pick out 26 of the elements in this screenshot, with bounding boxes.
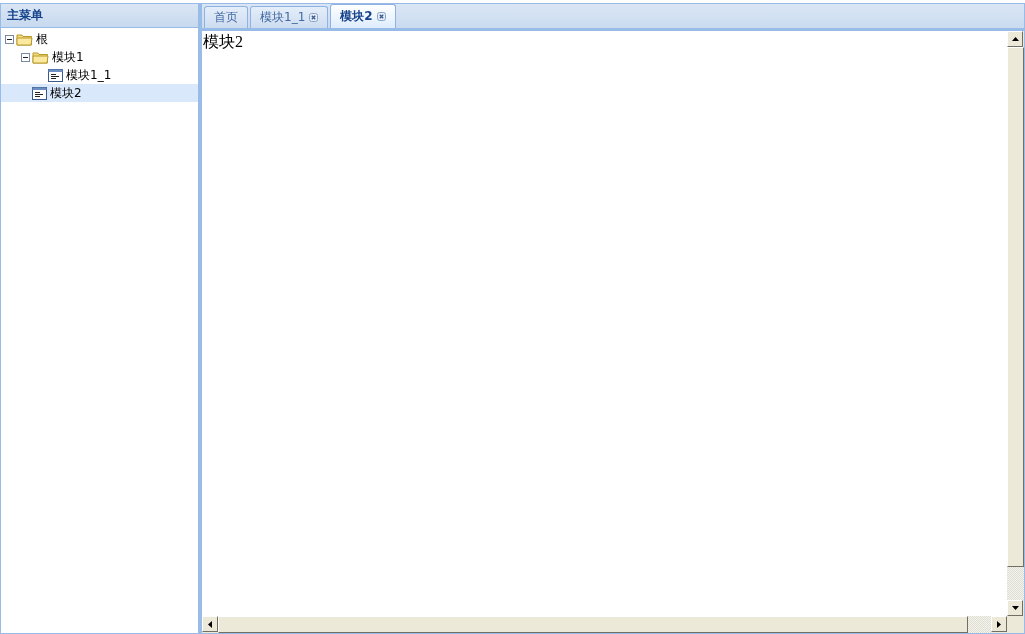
folder-icon bbox=[16, 32, 33, 46]
scrollbar-corner bbox=[1007, 616, 1024, 633]
tab[interactable]: 首页 bbox=[204, 6, 248, 28]
up-triangle-icon bbox=[1011, 37, 1019, 41]
collapse-toggle-icon[interactable] bbox=[5, 34, 14, 44]
list-page-icon bbox=[48, 68, 63, 82]
tab[interactable]: 模块2 bbox=[330, 4, 396, 28]
tree-item[interactable]: 根 bbox=[1, 30, 198, 48]
right-triangle-icon bbox=[997, 620, 1001, 628]
tree-item[interactable]: 模块2 bbox=[1, 84, 198, 102]
folder-icon bbox=[32, 50, 49, 64]
left-triangle-icon bbox=[208, 620, 212, 628]
scroll-up-button[interactable] bbox=[1007, 31, 1023, 47]
close-icon[interactable] bbox=[309, 13, 319, 22]
collapse-toggle-icon[interactable] bbox=[21, 52, 30, 62]
sidebar-title: 主菜单 bbox=[1, 4, 198, 28]
list-page-icon bbox=[32, 86, 47, 100]
tree-item[interactable]: 模块1 bbox=[1, 48, 198, 66]
tree-item[interactable]: 模块1_1 bbox=[1, 66, 198, 84]
scroll-right-button[interactable] bbox=[991, 616, 1007, 632]
close-icon[interactable] bbox=[376, 12, 386, 21]
tab[interactable]: 模块1_1 bbox=[250, 6, 329, 28]
scroll-left-button[interactable] bbox=[202, 616, 218, 632]
down-triangle-icon bbox=[1011, 606, 1019, 610]
content-text: 模块2 bbox=[202, 32, 244, 52]
scroll-down-button[interactable] bbox=[1007, 600, 1023, 616]
